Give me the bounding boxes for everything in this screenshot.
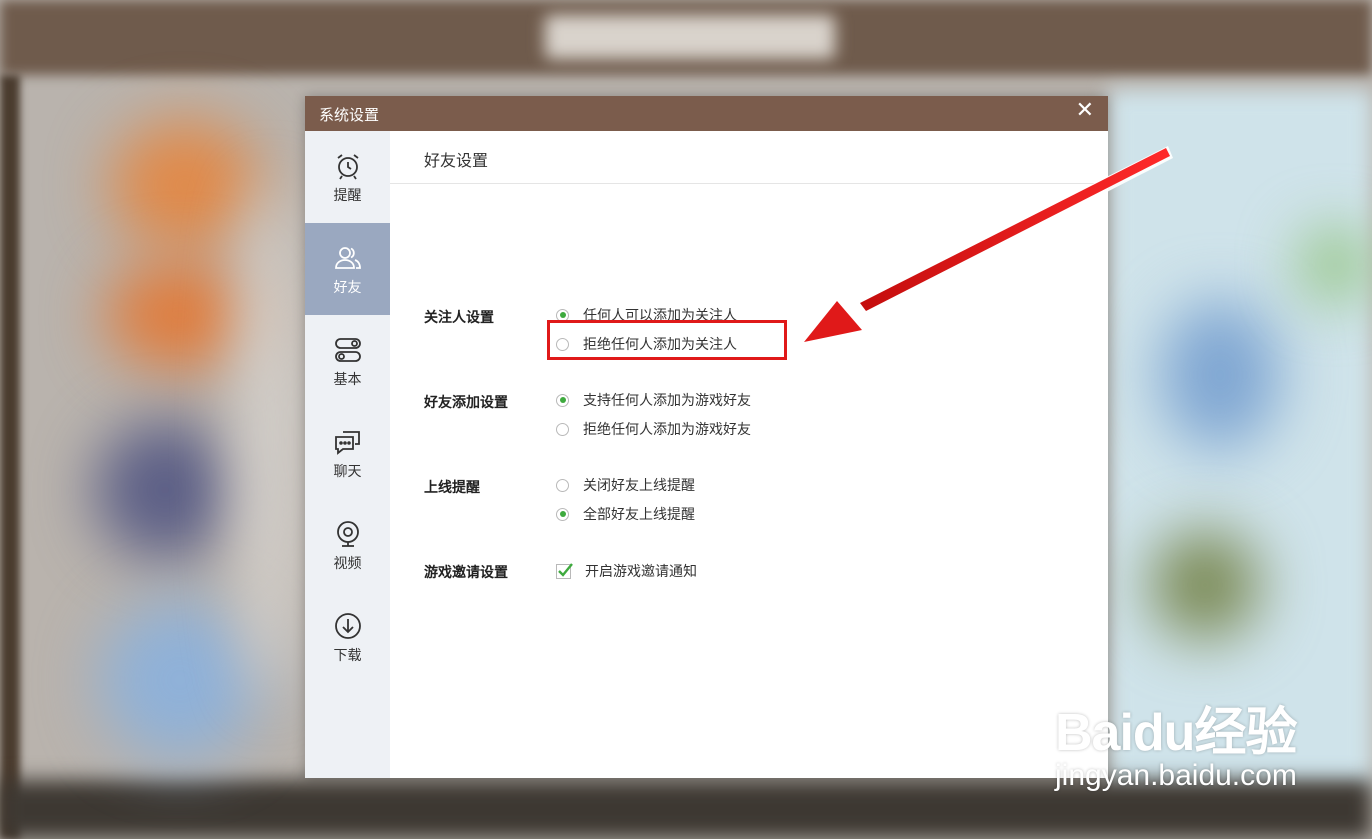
webcam-icon bbox=[337, 521, 359, 547]
settings-sidebar: 提醒 好友 基本 聊天 视频 下载 bbox=[305, 131, 390, 778]
dialog-titlebar: 系统设置 ✕ bbox=[305, 96, 1108, 131]
sidebar-item-label: 下载 bbox=[333, 648, 362, 664]
sidebar-item-friends[interactable]: 好友 bbox=[305, 223, 390, 315]
option-label: 支持任何人添加为游戏好友 bbox=[583, 393, 751, 409]
settings-content: 好友设置 关注人设置 任何人可以添加为关注人 拒绝任何人添加为关注人 好友添加设… bbox=[390, 131, 1108, 778]
baidu-jingyan-watermark: Baidu经验 jingyan.baidu.com bbox=[1055, 690, 1297, 793]
group-label-friend-add: 好友添加设置 bbox=[424, 395, 508, 411]
settings-dialog: 系统设置 ✕ 提醒 好友 基本 聊天 视频 下载 好友设置 关注人设置 任何人可… bbox=[305, 96, 1108, 778]
sidebar-item-reminder[interactable]: 提醒 bbox=[305, 131, 390, 223]
friends-icon bbox=[335, 247, 361, 269]
group-label-game-invite: 游戏邀请设置 bbox=[424, 565, 508, 581]
sidebar-item-video[interactable]: 视频 bbox=[305, 499, 390, 591]
toggle-icon bbox=[335, 338, 361, 362]
watermark-brand: Baidu经验 bbox=[1055, 704, 1297, 762]
sidebar-item-label: 基本 bbox=[333, 372, 362, 388]
sidebar-item-label: 提醒 bbox=[333, 188, 362, 204]
sidebar-item-download[interactable]: 下载 bbox=[305, 591, 390, 683]
checkmark-icon bbox=[558, 562, 573, 577]
checkbox-checked[interactable] bbox=[556, 562, 573, 579]
annotation-highlight-box bbox=[547, 320, 787, 360]
section-header: 好友设置 bbox=[390, 131, 1108, 184]
sidebar-item-basic[interactable]: 基本 bbox=[305, 315, 390, 407]
sidebar-item-label: 好友 bbox=[333, 280, 362, 296]
sidebar-item-label: 视频 bbox=[333, 556, 362, 572]
radio-option-all-online-alert[interactable]: 全部好友上线提醒 bbox=[556, 504, 695, 524]
section-title: 好友设置 bbox=[424, 151, 489, 170]
radio-button-selected[interactable] bbox=[556, 393, 569, 407]
alarm-clock-icon bbox=[337, 154, 359, 180]
chat-icon bbox=[335, 431, 360, 455]
radio-option-disable-online-alert[interactable]: 关闭好友上线提醒 bbox=[556, 475, 695, 495]
option-label: 全部好友上线提醒 bbox=[583, 507, 695, 523]
close-icon[interactable]: ✕ bbox=[1076, 100, 1094, 122]
radio-option-allow-friend[interactable]: 支持任何人添加为游戏好友 bbox=[556, 390, 751, 410]
radio-option-reject-friend[interactable]: 拒绝任何人添加为游戏好友 bbox=[556, 419, 751, 439]
download-icon bbox=[335, 613, 361, 639]
sidebar-item-chat[interactable]: 聊天 bbox=[305, 407, 390, 499]
option-label: 开启游戏邀请通知 bbox=[585, 564, 697, 580]
dialog-title: 系统设置 bbox=[319, 106, 380, 124]
checkbox-option-game-invite[interactable]: 开启游戏邀请通知 bbox=[556, 561, 697, 581]
option-label: 关闭好友上线提醒 bbox=[583, 478, 695, 494]
option-label: 拒绝任何人添加为游戏好友 bbox=[583, 422, 751, 438]
radio-button[interactable] bbox=[556, 478, 569, 492]
watermark-url: jingyan.baidu.com bbox=[1055, 759, 1297, 792]
sidebar-item-label: 聊天 bbox=[333, 464, 362, 480]
radio-button[interactable] bbox=[556, 422, 569, 436]
radio-button-selected[interactable] bbox=[556, 507, 569, 521]
group-label-followers: 关注人设置 bbox=[424, 310, 494, 326]
group-label-online-alert: 上线提醒 bbox=[424, 480, 480, 496]
